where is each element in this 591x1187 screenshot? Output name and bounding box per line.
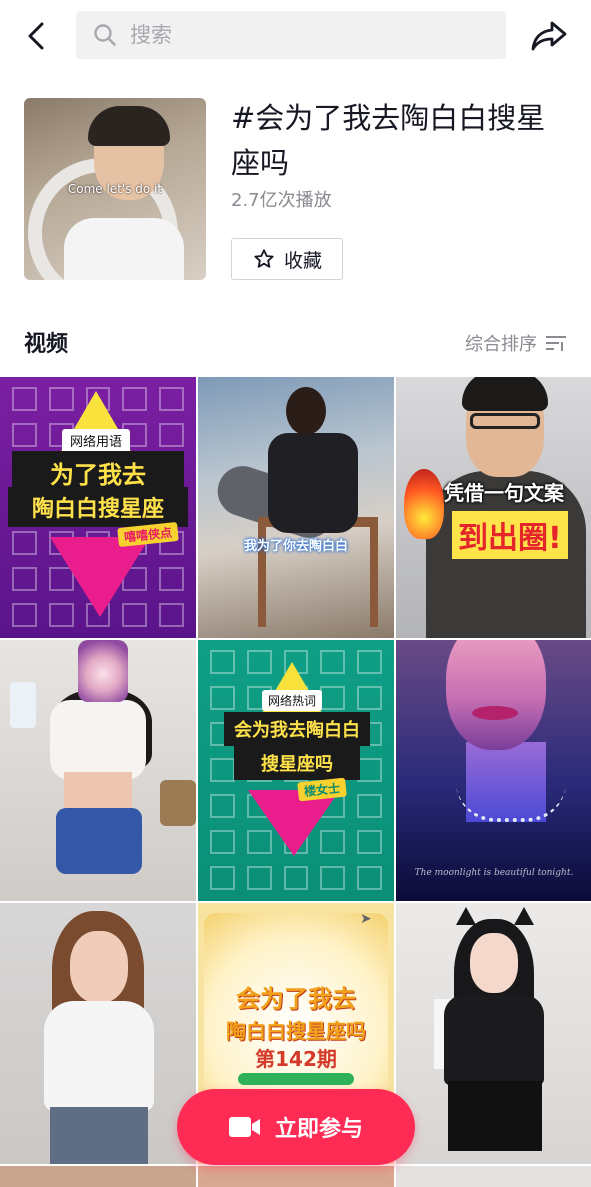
thumb-face xyxy=(70,931,128,1003)
top-bar xyxy=(0,0,591,72)
anime-avatar-sticker xyxy=(78,640,128,702)
cover-caption: Come let's do it xyxy=(67,182,163,196)
thumb-face xyxy=(446,640,546,750)
video-thumbnail[interactable]: The moonlight is beautiful tonight. xyxy=(396,640,591,901)
video-camera-icon xyxy=(228,1115,261,1139)
sort-label: 综合排序 xyxy=(465,334,537,355)
video-thumbnail[interactable]: 我为了你去陶白白 xyxy=(198,377,394,638)
topic-title: #会为了我去陶白白搜星座吗 xyxy=(231,101,546,180)
video-headline-2: 到出圈! xyxy=(452,511,568,559)
thumb-top xyxy=(50,700,146,780)
share-button[interactable] xyxy=(526,16,572,56)
video-caption: The moonlight is beautiful tonight. xyxy=(414,868,574,878)
thumb-waist xyxy=(64,772,132,812)
thumb-skirt xyxy=(448,1081,542,1151)
thumb-top xyxy=(44,1001,154,1111)
video-thumbnail[interactable] xyxy=(0,640,196,901)
thumb-head xyxy=(286,387,326,435)
thumb-hair xyxy=(462,377,548,411)
video-thumbnail-partial[interactable] xyxy=(198,1166,394,1187)
thumb-face xyxy=(470,933,518,993)
video-thumbnail[interactable] xyxy=(0,903,196,1164)
thumb-shirt xyxy=(444,995,544,1085)
cat-ear xyxy=(514,907,534,925)
drink-cup xyxy=(10,682,36,728)
video-thumbnail[interactable] xyxy=(396,903,591,1164)
thumb-bag xyxy=(160,780,196,826)
join-now-label: 立即参与 xyxy=(274,1117,363,1142)
thumb-body xyxy=(268,433,358,533)
join-now-button[interactable]: 立即参与 xyxy=(177,1089,415,1165)
thumb-shorts xyxy=(50,1107,148,1164)
video-headline: 会为了我去 xyxy=(236,985,356,1013)
glasses xyxy=(470,413,540,429)
video-headline-2: 陶白白搜星座 xyxy=(8,487,188,527)
paper-plane-icon: ➤ xyxy=(360,911,372,927)
topic-cover-image[interactable]: Come let's do it xyxy=(24,98,206,280)
video-caption: 我为了你去陶白白 xyxy=(243,539,348,554)
thumb-shorts xyxy=(56,808,142,874)
video-tag: 网络热词 xyxy=(262,690,323,711)
star-icon xyxy=(252,247,276,271)
pink-triangle xyxy=(248,790,340,856)
pink-triangle xyxy=(50,537,150,617)
thumb-lips xyxy=(472,706,518,720)
search-bar[interactable] xyxy=(76,11,506,59)
play-count: 2.7亿次播放 xyxy=(231,190,332,211)
sort-button[interactable]: 综合排序 xyxy=(465,330,567,356)
green-banner xyxy=(238,1073,354,1085)
favorite-label: 收藏 xyxy=(283,249,322,272)
video-thumbnail-partial[interactable] xyxy=(396,1166,591,1187)
back-button[interactable] xyxy=(18,16,54,56)
video-thumbnail[interactable]: 网络热词 会为我去陶白白 搜星座吗 楼女士 xyxy=(198,640,394,901)
video-thumbnail[interactable]: 网络用语 为了我去 陶白白搜星座 嘻嘻侠点 xyxy=(0,377,196,638)
sort-icon xyxy=(546,336,566,351)
video-headline-2: 搜星座吗 xyxy=(234,746,360,780)
cat-ear xyxy=(456,907,476,925)
video-headline: 凭借一句文案 xyxy=(444,481,564,505)
videos-section-title: 视频 xyxy=(24,332,69,357)
cover-shirt xyxy=(64,218,184,280)
search-input[interactable] xyxy=(130,23,470,47)
back-arrow-icon xyxy=(28,22,44,50)
thumb-chair xyxy=(258,517,378,627)
video-headline-2: 陶白白搜星座吗 xyxy=(226,1019,366,1043)
episode-number: 第142期 xyxy=(255,1047,337,1071)
search-icon xyxy=(92,22,118,48)
favorite-button[interactable]: 收藏 xyxy=(231,238,343,280)
cover-hair xyxy=(88,106,170,146)
video-tag: 网络用语 xyxy=(62,429,131,452)
video-thumbnail[interactable]: 凭借一句文案 到出圈! xyxy=(396,377,591,638)
video-headline: 会为我去陶白白 xyxy=(224,712,370,746)
share-icon xyxy=(531,21,567,51)
video-thumbnail-partial[interactable] xyxy=(0,1166,196,1187)
